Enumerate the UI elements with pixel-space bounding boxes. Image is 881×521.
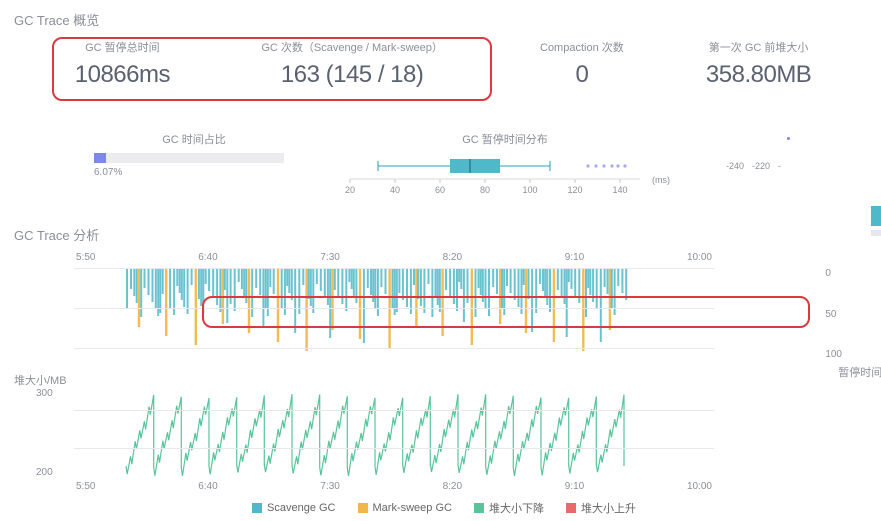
svg-text:120: 120 <box>567 185 582 195</box>
stat-value: 10866ms <box>34 61 211 89</box>
y-ticks-left: 300200 <box>36 388 53 478</box>
stat-label: 第一次 GC 前堆大小 <box>670 39 847 55</box>
legend-heap-up: 堆大小上升 <box>566 500 636 516</box>
legend-label: 堆大小上升 <box>581 500 636 516</box>
heap-chart: 堆大小/MB 300200 5:506:407:308:209:1010:00 <box>74 388 814 478</box>
overview-title: GC Trace 概览 <box>14 10 867 29</box>
pause-time-chart: 5:506:407:308:209:1010:00 050100 暂停时间/ms <box>74 254 814 364</box>
legend-marksweep: Mark-sweep GC <box>358 500 452 516</box>
stat-compaction: Compaction 次数 0 <box>494 39 671 89</box>
x-ticks-top: 5:506:407:308:209:1010:00 <box>74 252 714 263</box>
pause-dist: GC 暂停时间分布 20 40 60 80 100 120 140 (ms) <box>340 131 670 197</box>
overview-panel: GC 暂停总时间 10866ms GC 次数（Scavenge / Mark-s… <box>14 39 867 119</box>
tick: -240 <box>726 161 744 171</box>
tick: -220 <box>752 161 770 171</box>
bottom-plot <box>74 388 714 478</box>
heap-svg <box>74 388 714 478</box>
bars-svg <box>74 268 714 360</box>
legend-heap-down: 堆大小下降 <box>474 500 544 516</box>
stat-value: 163 (145 / 18) <box>211 61 494 89</box>
tick: - <box>778 161 781 171</box>
y-ticks-right: 050100 <box>825 268 842 360</box>
swatch-icon <box>566 503 576 513</box>
analysis-panel: GC Trace 分析 5:506:407:308:209:1010:00 05… <box>14 225 867 516</box>
stat-gc-count: GC 次数（Scavenge / Mark-sweep） 163 (145 / … <box>211 39 494 89</box>
chart-wrap: 5:506:407:308:209:1010:00 050100 暂停时间/ms… <box>74 254 814 516</box>
stat-first-heap: 第一次 GC 前堆大小 358.80MB <box>670 39 847 89</box>
swatch-icon <box>358 503 368 513</box>
svg-text:40: 40 <box>390 185 400 195</box>
boxplot-svg: 20 40 60 80 100 120 140 (ms) <box>340 153 670 197</box>
stat-pause-total: GC 暂停总时间 10866ms <box>34 39 211 89</box>
legend-label: 堆大小下降 <box>489 500 544 516</box>
sub-label: GC 时间占比 <box>94 131 294 147</box>
side-accent <box>871 206 881 226</box>
swatch-icon <box>474 503 484 513</box>
legend: Scavenge GC Mark-sweep GC 堆大小下降 堆大小上升 <box>74 500 814 516</box>
pct-value: 6.07% <box>94 167 294 178</box>
stat-label: GC 暂停总时间 <box>34 39 211 55</box>
svg-text:20: 20 <box>345 185 355 195</box>
pct-bar <box>94 153 284 163</box>
stat-label: GC 次数（Scavenge / Mark-sweep） <box>211 39 494 55</box>
unit-label: (ms) <box>652 175 670 185</box>
side-accent2 <box>871 230 881 236</box>
swatch-icon <box>252 503 262 513</box>
svg-text:140: 140 <box>612 185 627 195</box>
mini-axis: -240 -220 - <box>726 131 796 197</box>
stat-label: Compaction 次数 <box>494 39 671 55</box>
overview-subrow: GC 时间占比 6.07% GC 暂停时间分布 2040608 <box>14 131 867 197</box>
x-ticks-bottom: 5:506:407:308:209:1010:00 <box>74 481 714 492</box>
stat-value: 0 <box>494 61 671 89</box>
gc-time-pct: GC 时间占比 6.07% <box>94 131 294 197</box>
legend-label: Mark-sweep GC <box>373 502 452 514</box>
analysis-title: GC Trace 分析 <box>14 225 867 244</box>
stat-value: 358.80MB <box>670 61 847 89</box>
legend-label: Scavenge GC <box>267 502 335 514</box>
stats-row: GC 暂停总时间 10866ms GC 次数（Scavenge / Mark-s… <box>14 39 867 89</box>
top-plot <box>74 268 714 360</box>
svg-text:100: 100 <box>522 185 537 195</box>
svg-text:80: 80 <box>480 185 490 195</box>
mini-ticks: -240 -220 - <box>726 161 796 171</box>
pct-fill <box>94 153 106 163</box>
legend-scavenge: Scavenge GC <box>252 500 335 516</box>
left-axis-label: 堆大小/MB <box>14 372 67 388</box>
sub-label: GC 暂停时间分布 <box>340 131 670 147</box>
mini-dot <box>787 137 790 140</box>
svg-text:60: 60 <box>435 185 445 195</box>
right-axis-label: 暂停时间/ms <box>838 364 881 380</box>
